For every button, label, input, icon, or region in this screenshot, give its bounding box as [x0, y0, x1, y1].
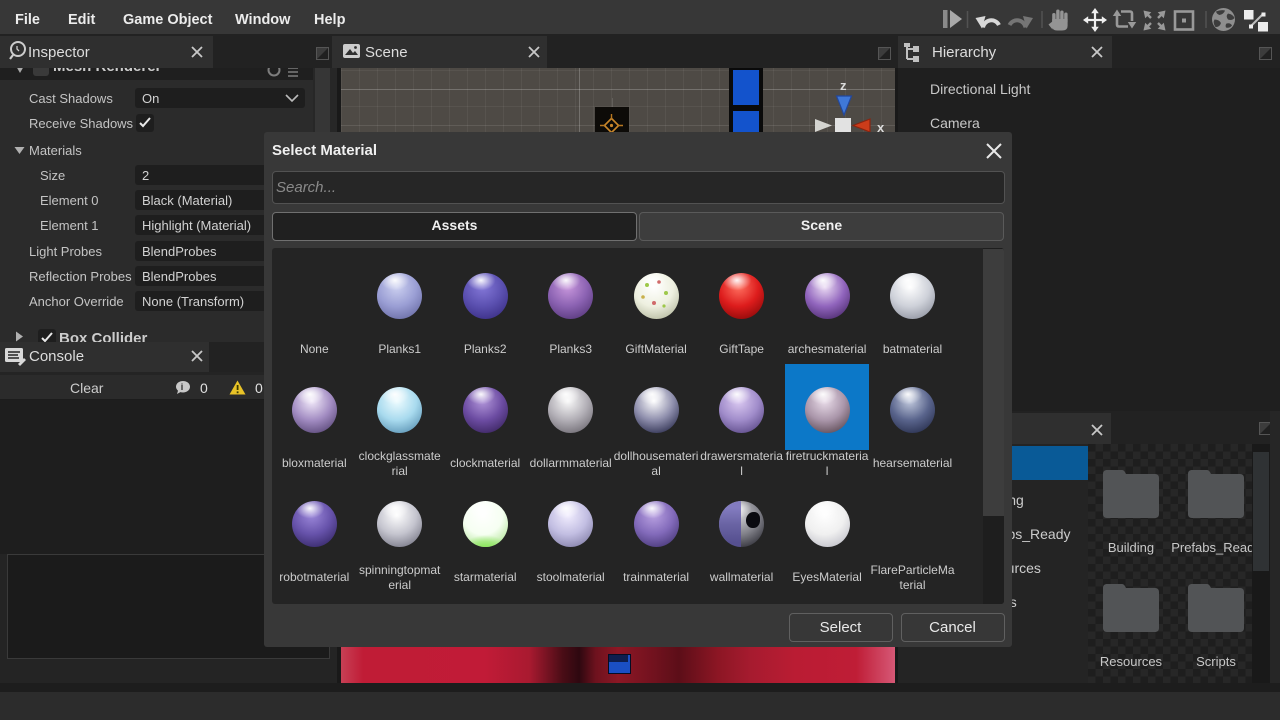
svg-text:i: i: [181, 382, 184, 392]
